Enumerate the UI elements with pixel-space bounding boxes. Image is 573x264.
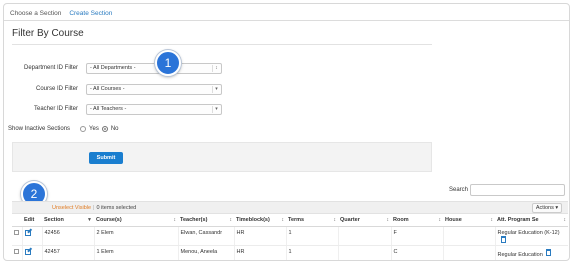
col-section[interactable]: Section ▼ xyxy=(42,214,94,227)
col-edit: Edit xyxy=(22,214,42,227)
cell-house xyxy=(442,226,495,246)
sort-down-icon: ▼ xyxy=(87,216,92,223)
col-select xyxy=(12,214,22,227)
col-teachers[interactable]: Teacher(s) ↕ xyxy=(178,214,234,227)
col-att-program[interactable]: Att. Program Se ↕ xyxy=(495,214,568,227)
teacher-select-value: - All Teachers - xyxy=(90,106,127,112)
col-att-program-label: Att. Program Se xyxy=(497,216,539,223)
sections-table: Edit Section ▼ Course(s) ↕ Teacher(s) ↕ Tim… xyxy=(12,214,568,260)
cell-terms: 1 xyxy=(285,245,338,260)
course-select-value: - All Courses - xyxy=(90,86,125,92)
col-courses[interactable]: Course(s) ↕ xyxy=(94,214,178,227)
cell-quarter xyxy=(337,226,391,246)
page-title: Filter By Course xyxy=(12,28,84,39)
table-row[interactable]: 42456 2 Elem Elwan, Cassandr HR 1 F Regu… xyxy=(12,226,568,246)
sort-icon: ↕ xyxy=(173,216,177,223)
inactive-no-label: No xyxy=(110,126,119,132)
sort-icon: ↕ xyxy=(563,216,567,223)
edit-icon[interactable] xyxy=(24,229,31,236)
toolbar-separator: | xyxy=(93,204,95,211)
col-terms[interactable]: Terms ↕ xyxy=(286,214,338,227)
col-house-label: House xyxy=(445,216,462,223)
row-edit-cell xyxy=(21,245,42,260)
col-terms-label: Terms xyxy=(288,216,305,223)
updown-caret-icon: ↕ xyxy=(212,65,220,72)
cell-teacher: Menou, Aneela xyxy=(177,245,234,260)
department-select[interactable]: - All Departments - ↕ xyxy=(86,63,222,74)
table-header-row: Edit Section ▼ Course(s) ↕ Teacher(s) ↕ Tim… xyxy=(12,214,568,227)
row-edit-cell xyxy=(21,226,42,246)
table-toolbar: Unselect Visible | 0 items selected Acti… xyxy=(12,201,568,214)
app-frame: Choose a Section Create Section Filter B… xyxy=(3,3,570,261)
selected-count: 0 items selected xyxy=(96,204,137,211)
cell-terms: 1 xyxy=(285,226,338,246)
teacher-select[interactable]: - All Teachers - ▾ xyxy=(86,104,222,115)
inactive-no-radio[interactable] xyxy=(101,126,108,132)
submit-button[interactable]: Submit xyxy=(89,152,123,164)
inactive-sections-row: Show Inactive Sections Yes No xyxy=(8,126,119,132)
cell-timeblock: HR xyxy=(233,226,286,246)
sort-icon: ↕ xyxy=(229,216,233,223)
row-checkbox[interactable] xyxy=(14,248,19,254)
inactive-yes-radio[interactable] xyxy=(80,126,87,132)
row-select-cell xyxy=(12,245,22,260)
department-select-value: - All Departments - xyxy=(90,65,136,71)
sort-icon: ↕ xyxy=(281,216,285,223)
col-room[interactable]: Room ↕ xyxy=(391,214,443,227)
cell-timeblock: HR xyxy=(233,245,286,260)
unselect-visible-link[interactable]: Unselect Visible xyxy=(52,205,91,211)
col-timeblocks-label: Timeblock(s) xyxy=(236,216,270,223)
submit-panel: Submit xyxy=(12,142,432,172)
cell-section: 42457 xyxy=(41,245,94,260)
nav-choose-section[interactable]: Choose a Section xyxy=(10,10,61,17)
section-nav: Choose a Section Create Section xyxy=(10,6,112,20)
actions-dropdown-button[interactable]: Actions ▾ xyxy=(532,203,562,213)
cell-teacher: Elwan, Cassandr xyxy=(177,226,234,246)
cell-course: 2 Elem xyxy=(93,226,178,246)
teacher-filter-label: Teacher ID Filter xyxy=(33,106,78,112)
col-timeblocks[interactable]: Timeblock(s) ↕ xyxy=(234,214,286,227)
col-quarter[interactable]: Quarter ↕ xyxy=(338,214,391,227)
cell-room: F xyxy=(390,226,443,246)
course-select[interactable]: - All Courses - ▾ xyxy=(86,84,222,95)
col-courses-label: Course(s) xyxy=(96,216,122,223)
col-quarter-label: Quarter xyxy=(340,216,360,223)
row-checkbox[interactable] xyxy=(14,229,19,235)
col-room-label: Room xyxy=(393,216,409,223)
chevron-down-icon: ▾ xyxy=(212,106,220,113)
title-divider xyxy=(12,44,432,45)
trash-icon[interactable] xyxy=(500,235,506,243)
course-filter-label: Course ID Filter xyxy=(35,86,78,92)
cell-course: 1 Elem xyxy=(93,245,178,260)
department-filter-label: Department ID Filter xyxy=(23,65,78,71)
row-select-cell xyxy=(12,226,22,246)
search-input[interactable] xyxy=(470,184,565,196)
sort-icon: ↕ xyxy=(490,216,494,223)
callout-badge-1: 1 xyxy=(155,50,181,76)
trash-icon[interactable] xyxy=(545,248,551,256)
col-section-label: Section xyxy=(44,216,64,223)
cell-program: Regular Education (K-12) xyxy=(494,226,568,246)
edit-icon[interactable] xyxy=(24,248,31,255)
inactive-sections-label: Show Inactive Sections xyxy=(8,126,71,132)
cell-room: C xyxy=(390,245,443,260)
cell-quarter xyxy=(337,245,391,260)
cell-section: 42456 xyxy=(41,226,94,246)
cell-program-text: Regular Education (K-12) xyxy=(497,229,560,236)
inactive-yes-label: Yes xyxy=(89,126,99,132)
nav-create-section[interactable]: Create Section xyxy=(69,10,112,17)
chevron-down-icon: ▾ xyxy=(212,86,220,93)
cell-program-text: Regular Education xyxy=(497,251,543,258)
sort-icon: ↕ xyxy=(438,216,442,223)
sort-icon: ↕ xyxy=(386,216,390,223)
table-row[interactable]: 42457 1 Elem Menou, Aneela HR 1 C Regula… xyxy=(12,245,568,260)
cell-program: Regular Education xyxy=(494,245,568,260)
nav-divider xyxy=(4,20,569,21)
col-house[interactable]: House ↕ xyxy=(443,214,495,227)
sort-icon: ↕ xyxy=(333,216,337,223)
cell-house xyxy=(442,245,495,260)
col-teachers-label: Teacher(s) xyxy=(180,216,208,223)
search-label: Search xyxy=(449,187,469,193)
